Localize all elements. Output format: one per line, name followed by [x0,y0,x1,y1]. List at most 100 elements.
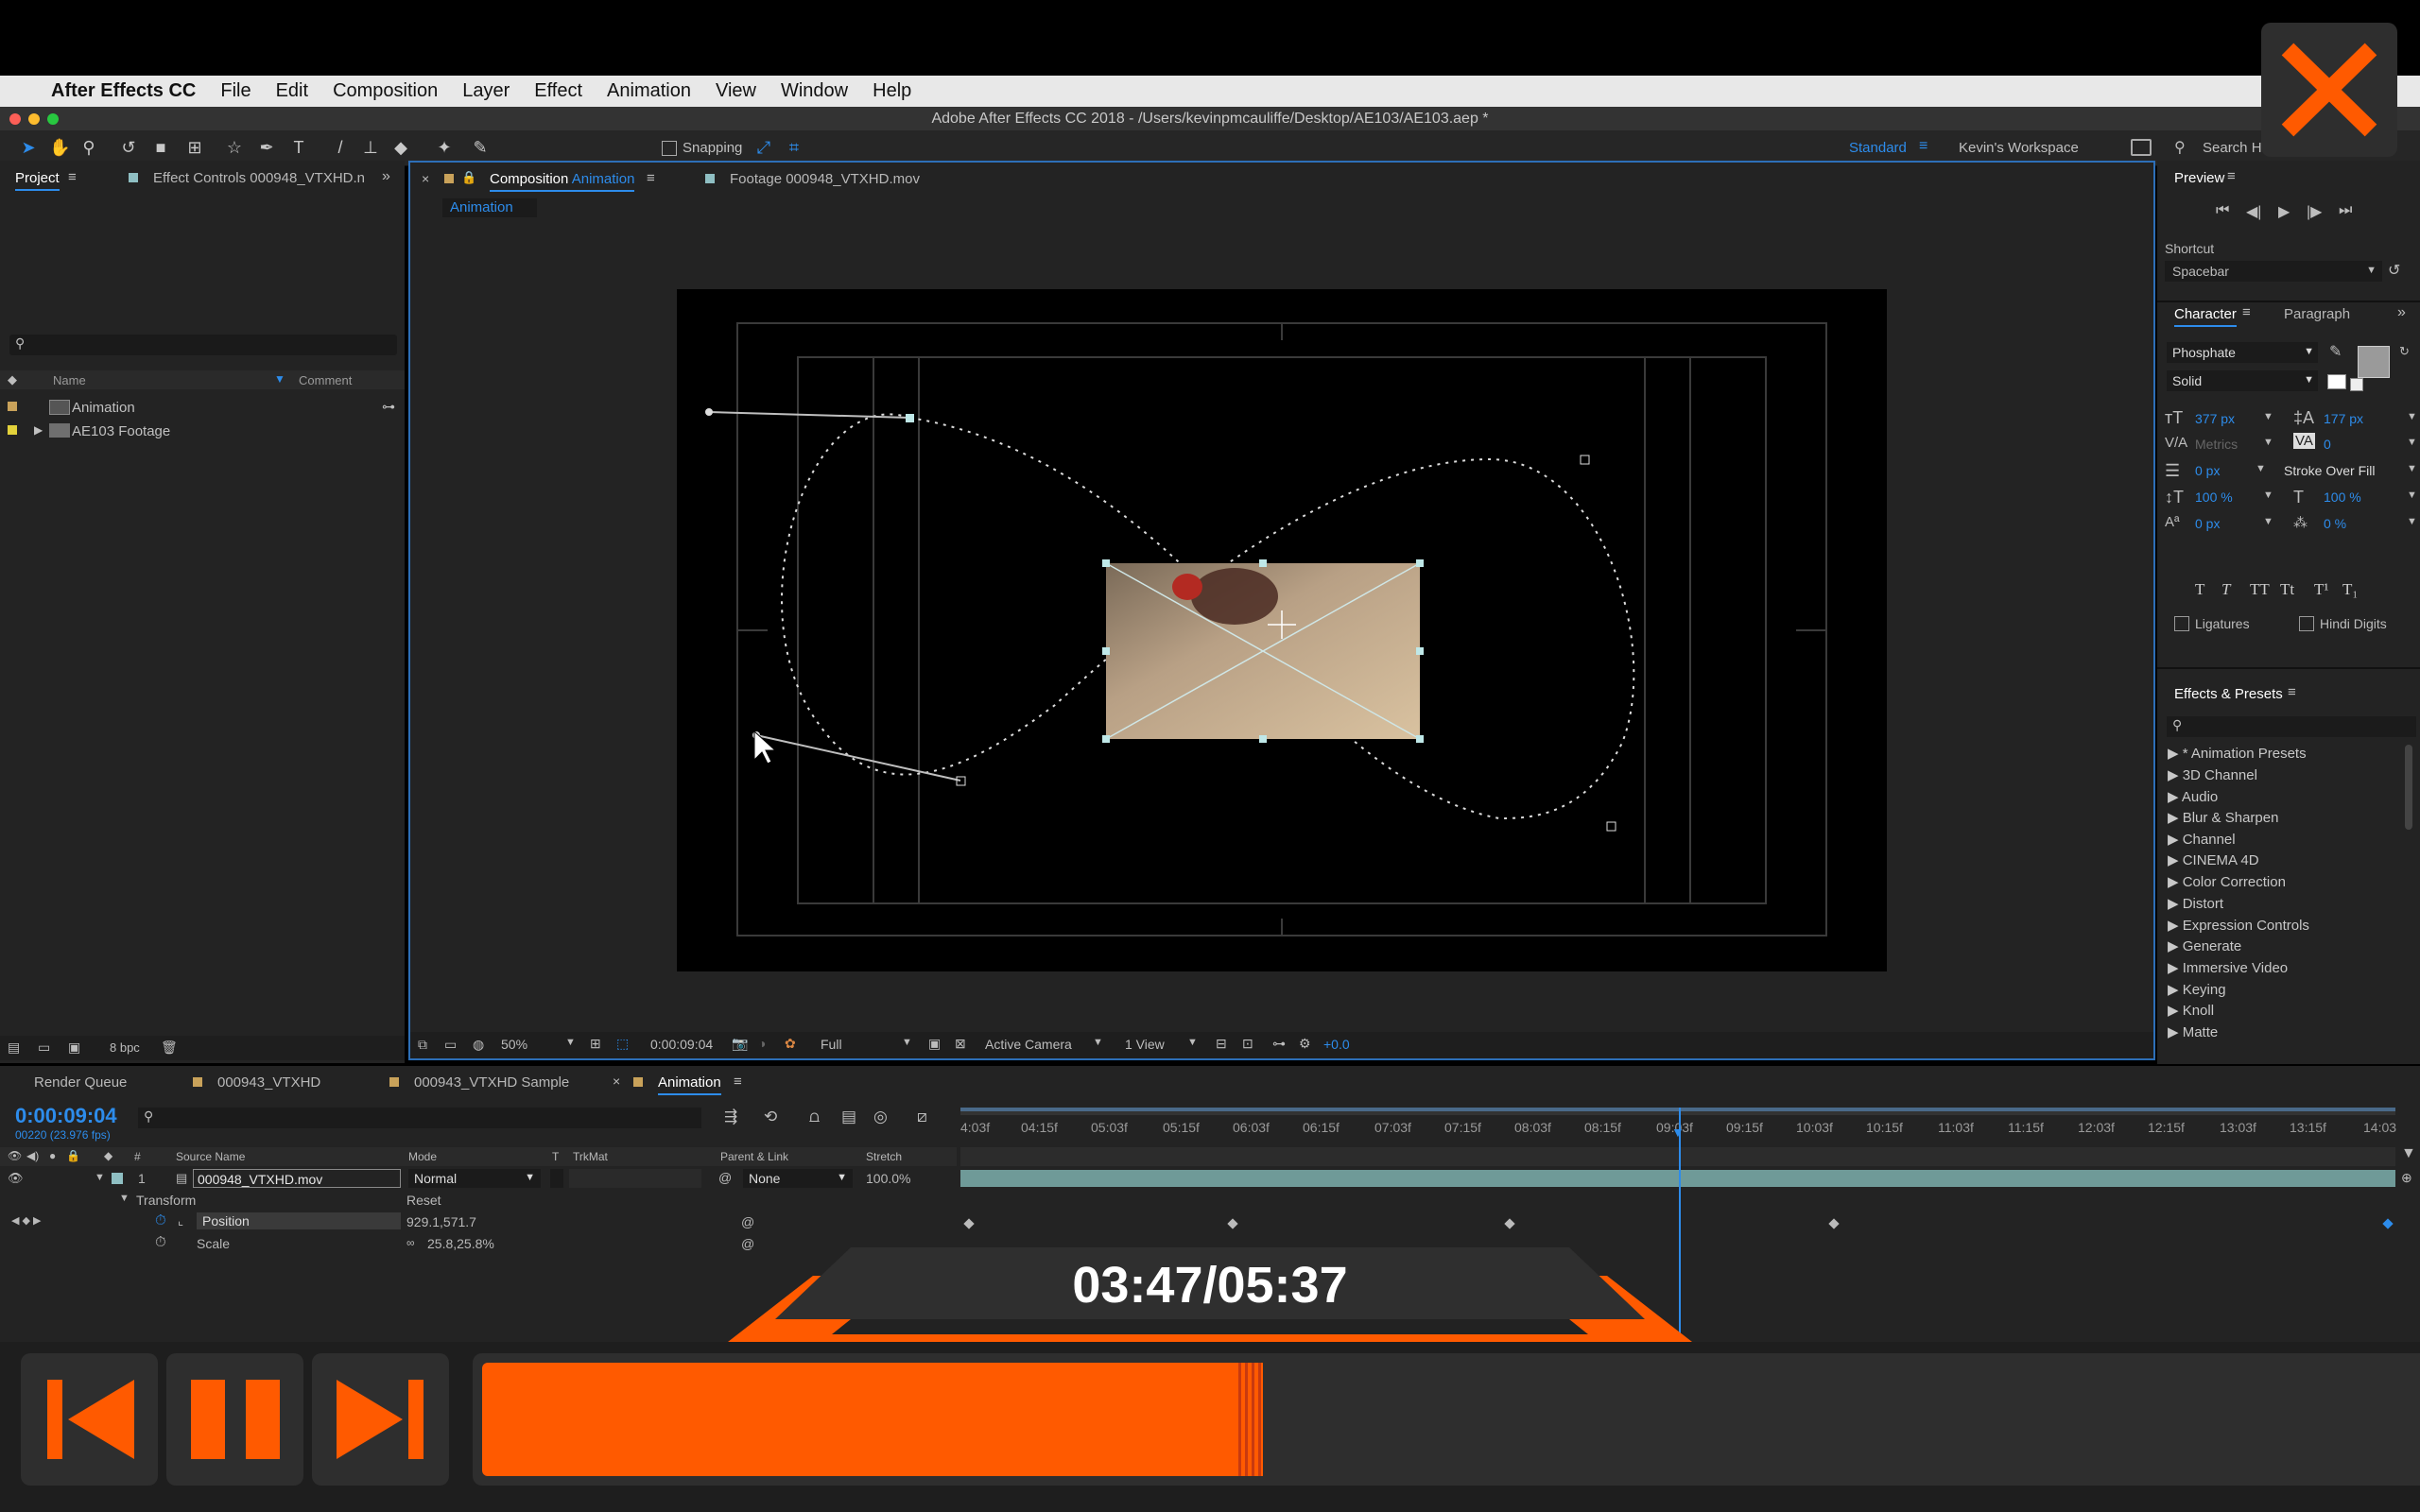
clone-stamp-tool-icon[interactable]: ⊥ [361,138,380,157]
composition-menu-icon[interactable]: ≡ [647,170,655,186]
reset-transform-link[interactable]: Reset [406,1193,441,1208]
horizontal-scale-value[interactable]: 100 % [2324,490,2361,505]
project-item[interactable]: Animation ⊶ [0,397,405,418]
preview-menu-icon[interactable]: ≡ [2227,168,2236,184]
show-snapshot-icon[interactable]: ◑ [758,1036,766,1051]
next-button[interactable] [312,1353,449,1486]
constrain-proportions-icon[interactable]: ∞ [406,1236,415,1249]
eye-icon[interactable]: 👁 [8,1171,24,1186]
close-window-button[interactable] [9,113,21,125]
parent-select[interactable]: None ▼ [743,1169,853,1188]
font-style-select[interactable]: Solid ▼ [2167,370,2318,391]
vertical-scale-value[interactable]: 100 % [2195,490,2233,505]
tab-effect-controls[interactable]: Effect Controls 000948_VTXHD.n [153,170,365,186]
small-caps-button[interactable]: Tt [2280,580,2294,599]
always-preview-icon[interactable]: ⧉ [418,1037,427,1053]
trash-icon[interactable]: 🗑 [161,1040,178,1056]
shape-tool-icon[interactable]: ☆ [225,138,244,157]
path-keyframe[interactable] [906,414,914,422]
swap-colors-icon[interactable]: ↻ [2399,344,2410,359]
white-color-icon[interactable] [2327,374,2346,389]
faux-bold-button[interactable]: T [2195,580,2204,599]
effect-category[interactable]: ▶ Knoll [2168,1002,2214,1019]
snapshot-icon[interactable]: 📷 [732,1036,748,1052]
effect-category[interactable]: ▶ * Animation Presets [2168,745,2307,762]
prev-frame-icon[interactable]: ◀| [2246,202,2261,221]
layer-name[interactable]: 000948_VTXHD.mov [193,1169,401,1188]
col-mode[interactable]: Mode [408,1150,437,1163]
effect-category[interactable]: ▶ Keying [2168,981,2226,998]
font-family-select[interactable]: Phosphate ▼ [2167,342,2318,363]
effect-category[interactable]: ▶ Expression Controls [2168,917,2309,934]
eyedropper-icon[interactable]: ✎ [2329,342,2342,361]
close-tab-icon[interactable]: × [613,1074,620,1089]
layer-duration-bar[interactable] [960,1170,2395,1187]
last-frame-icon[interactable]: ⏭ [2339,202,2352,219]
tab-comp-000943-sample[interactable]: 000943_VTXHD Sample [414,1074,569,1091]
panel-overflow-icon[interactable]: » [2397,304,2406,321]
col-trkmat[interactable]: TrkMat [573,1150,608,1163]
mask-visibility-icon[interactable]: ◍ [473,1037,484,1053]
timeline-search-input[interactable]: ⚲ [138,1108,701,1128]
zoom-window-button[interactable] [47,113,59,125]
collapse-arrow-icon[interactable]: ▼ [95,1172,105,1183]
hand-tool-icon[interactable]: ✋ [49,138,70,157]
comp-marker-icon[interactable]: ▼ [2401,1145,2416,1162]
grid-icon[interactable]: ⊞ [590,1036,601,1052]
tab-character[interactable]: Character [2174,306,2237,327]
font-size-value[interactable]: 377 px [2195,411,2235,426]
position-value[interactable]: 929.1,571.7 [406,1214,476,1229]
viewer-timecode[interactable]: 0:00:09:04 [650,1037,713,1052]
pen-tool-icon[interactable]: ✒ [257,138,276,157]
tab-composition[interactable]: Composition Animation [490,171,635,192]
label-swatch[interactable] [112,1173,123,1184]
stretch-value[interactable]: 100.0% [866,1171,910,1186]
region-of-interest-icon[interactable]: ⬚ [616,1036,629,1052]
col-comment[interactable]: Comment [299,373,352,387]
monitor-icon[interactable]: ▭ [444,1037,457,1053]
tab-footage[interactable]: Footage 000948_VTXHD.mov [730,171,920,187]
frame-blending-icon[interactable]: ▤ [841,1108,856,1126]
snap-icon[interactable]: ⤢ [754,138,773,157]
zoom-select[interactable]: 50% [501,1037,527,1052]
new-composition-icon[interactable]: ▣ [68,1040,80,1056]
menu-help[interactable]: Help [873,80,911,102]
close-tab-icon[interactable]: × [422,171,429,186]
effect-category[interactable]: ▶ Matte [2168,1023,2218,1040]
transparency-grid-icon[interactable]: ⊠ [955,1036,966,1052]
previous-button[interactable] [21,1353,158,1486]
track-matte-select[interactable] [569,1169,701,1188]
effects-menu-icon[interactable]: ≡ [2288,684,2296,700]
zoom-tool-icon[interactable]: ⚲ [79,138,98,157]
menu-file[interactable]: File [220,80,251,102]
close-button[interactable] [2261,23,2397,157]
snap-options-icon[interactable]: ⌗ [785,138,804,157]
pause-button[interactable] [166,1353,303,1486]
bezier-handle-point[interactable] [705,408,713,416]
next-frame-icon[interactable]: |▶ [2307,202,2322,221]
snapping-checkbox[interactable] [662,141,677,156]
tab-render-queue[interactable]: Render Queue [34,1074,127,1091]
reset-exposure-icon[interactable]: ⊡ [1242,1036,1253,1052]
rotate-tool-icon[interactable]: ↺ [119,138,138,157]
all-caps-button[interactable]: TT [2250,580,2270,599]
stroke-width-value[interactable]: 0 px [2195,463,2220,478]
effect-category[interactable]: ▶ CINEMA 4D [2168,851,2259,868]
playhead-handle[interactable]: ▼ [1671,1125,1685,1140]
stopwatch-icon[interactable]: ⏱ [155,1212,166,1228]
resolution-select[interactable]: Full [821,1037,842,1052]
workspace-panel-icon[interactable] [2131,139,2152,156]
minimize-window-button[interactable] [28,113,40,125]
composition-mini-flowchart-icon[interactable]: ⇶ [724,1108,737,1126]
effect-category[interactable]: ▶ Immersive Video [2168,959,2288,976]
toggle-pixel-icon[interactable]: ⊟ [1216,1036,1227,1052]
menu-layer[interactable]: Layer [462,80,510,102]
ligatures-checkbox[interactable] [2174,616,2189,631]
graph-editor-icon[interactable]: ⧄ [917,1108,927,1126]
progress-track[interactable] [473,1353,2420,1486]
col-source-name[interactable]: Source Name [176,1150,245,1163]
workspace-menu-icon[interactable]: ≡ [1919,138,1927,155]
effects-scrollbar[interactable] [2405,745,2412,830]
type-tool-icon[interactable]: T [289,138,308,157]
layer-row[interactable]: 👁 ▼ 1 ▤ 000948_VTXHD.mov Normal ▼ @ None ▼… [0,1168,957,1189]
